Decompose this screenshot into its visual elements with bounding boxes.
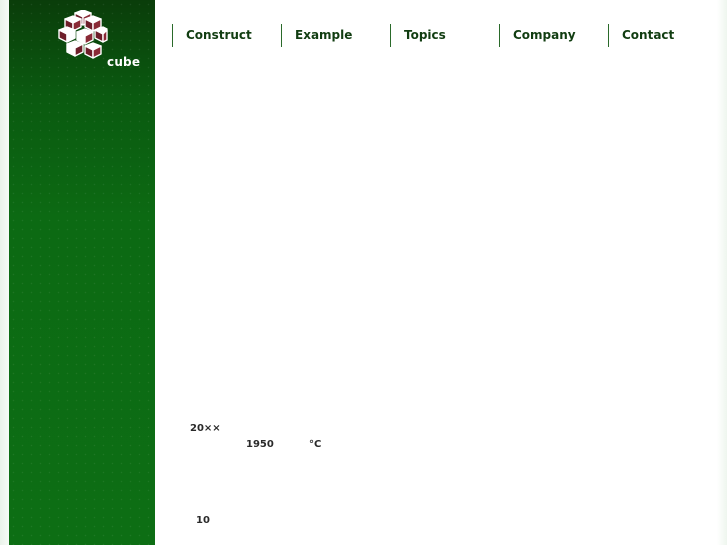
nav-item-construct[interactable]: Construct [172,24,281,47]
logo-text: cube [107,55,141,69]
nav-item-contact[interactable]: Contact [608,24,717,47]
logo[interactable]: cube [55,10,145,72]
nav-item-example[interactable]: Example [281,24,390,47]
page-right-edge [717,0,727,545]
value-1950: 1950 [246,439,274,450]
cube-logo-icon [58,10,108,59]
year-text: 20×× [190,423,221,434]
top-navigation: Construct Example Topics Company Contact [172,24,717,48]
nav-item-topics[interactable]: Topics [390,24,499,47]
sidebar: cube [9,0,155,545]
nav-item-company[interactable]: Company [499,24,608,47]
value-10: 10 [196,515,210,526]
unit-celsius: °C [309,439,322,450]
page-left-edge [0,0,9,545]
